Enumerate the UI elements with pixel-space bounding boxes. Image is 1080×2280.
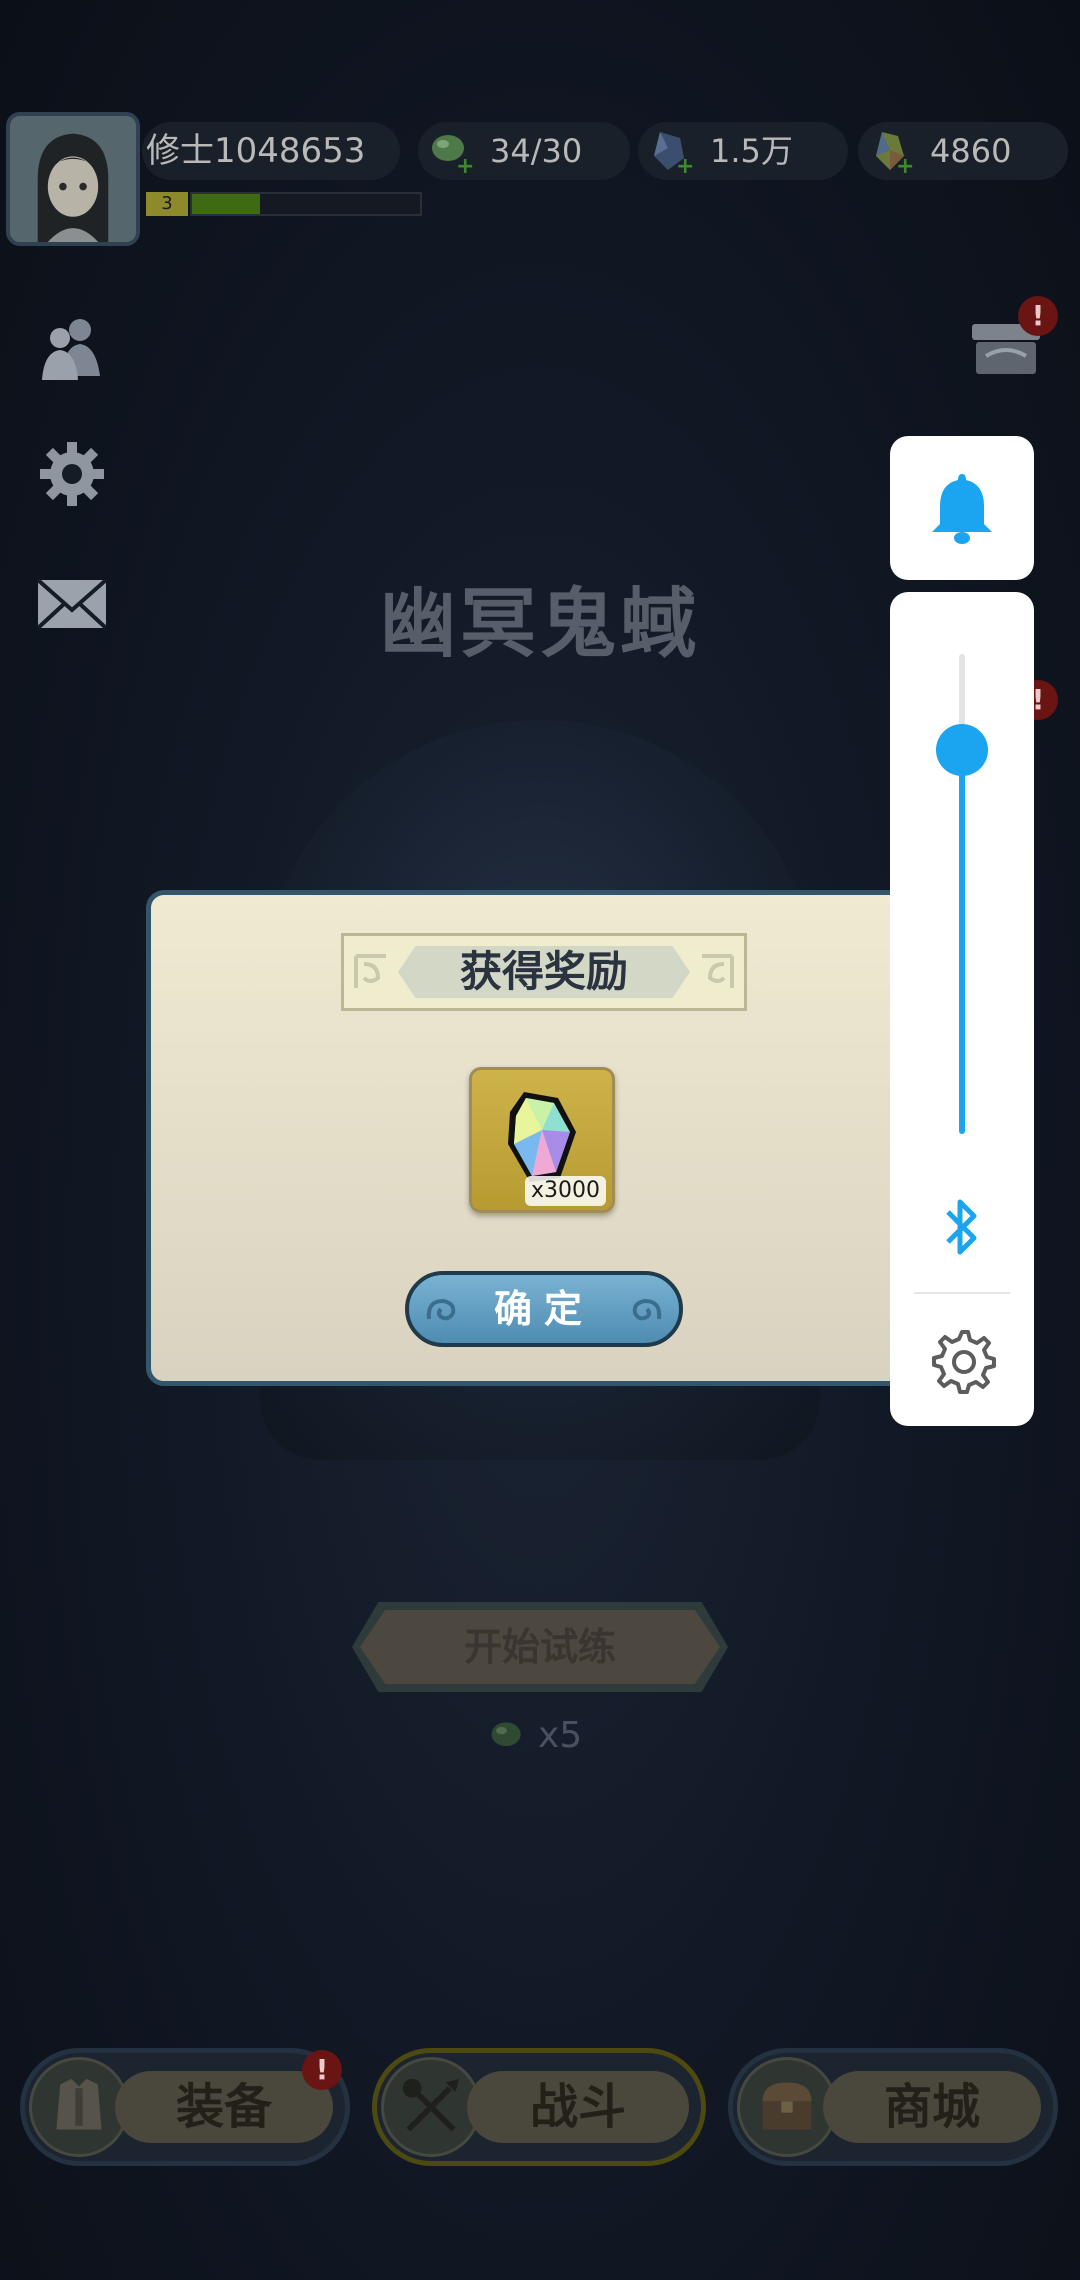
gear-icon xyxy=(40,442,104,506)
volume-panel-divider xyxy=(914,1292,1010,1294)
reward-item[interactable]: x3000 xyxy=(469,1067,615,1213)
treasure-chest-icon xyxy=(762,2082,812,2130)
bell-icon xyxy=(932,474,992,544)
swirl-ornament-icon xyxy=(426,1298,456,1321)
xp-bar xyxy=(190,192,422,216)
nav-battle-button[interactable]: 战斗 xyxy=(372,2048,706,2166)
settings-icon[interactable] xyxy=(928,1326,996,1394)
level-badge: 3 xyxy=(146,192,188,216)
users-icon xyxy=(42,319,100,380)
rainbow-gem-icon xyxy=(508,1092,576,1182)
gem-value: 4860 xyxy=(930,132,1012,170)
gift-alert-badge: ! xyxy=(1018,296,1058,336)
top-status-bar: 修士1048653 3 + 34/30 + 1.5万 + 4860 xyxy=(0,112,1080,252)
dialog-title-frame: 获得奖励 xyxy=(341,933,747,1011)
nav-battle-label: 战斗 xyxy=(467,2071,689,2143)
social-button[interactable] xyxy=(34,310,110,386)
dialog-title: 获得奖励 xyxy=(459,947,628,996)
volume-panel xyxy=(890,592,1034,1426)
stamina-value: 34/30 xyxy=(490,132,583,170)
nav-shop-button[interactable]: 商城 xyxy=(728,2048,1058,2166)
weapons-icon-frame xyxy=(381,2057,481,2157)
nav-equipment-label: 装备 xyxy=(115,2071,333,2143)
armor-icon xyxy=(56,2078,102,2130)
equipment-alert-badge: ! xyxy=(302,2050,342,2090)
settings-button[interactable] xyxy=(34,436,110,512)
crystal-value: 1.5万 xyxy=(710,132,793,170)
shop-chest-icon-frame xyxy=(737,2057,837,2157)
player-avatar[interactable] xyxy=(6,112,140,246)
crystal-resource[interactable]: + 1.5万 xyxy=(638,122,848,180)
stamina-resource[interactable]: + 34/30 xyxy=(418,122,630,180)
player-name: 修士1048653 xyxy=(142,122,400,180)
start-cost-value: x5 xyxy=(538,1715,583,1756)
nav-shop-label: 商城 xyxy=(823,2071,1041,2143)
gem-resource[interactable]: + 4860 xyxy=(858,122,1068,180)
xp-bar-fill xyxy=(192,194,261,214)
bluetooth-icon[interactable] xyxy=(940,1194,984,1260)
start-cost: x5 xyxy=(486,1710,606,1762)
ringer-mode-button[interactable] xyxy=(890,436,1034,580)
armor-icon-frame xyxy=(29,2057,129,2157)
character-portrait-icon xyxy=(10,116,136,242)
volume-slider-fill xyxy=(959,750,965,1134)
volume-slider-thumb[interactable] xyxy=(936,724,988,776)
crossed-weapons-icon xyxy=(402,2078,460,2132)
add-icon: + xyxy=(676,154,695,179)
nav-equipment-button[interactable]: 装备 xyxy=(20,2048,350,2166)
confirm-button[interactable]: 确定 xyxy=(405,1271,683,1347)
add-icon: + xyxy=(456,154,475,179)
confirm-button-label: 确定 xyxy=(493,1287,594,1331)
reward-dialog: 获得奖励 x3000 确定 xyxy=(146,890,934,1386)
start-trial-button[interactable]: 开始试练 xyxy=(352,1602,728,1692)
swirl-ornament-icon xyxy=(632,1298,662,1321)
start-trial-label: 开始试练 xyxy=(360,1610,720,1684)
stamina-orb-icon xyxy=(491,1722,521,1747)
reward-quantity: x3000 xyxy=(524,1176,606,1206)
add-icon: + xyxy=(896,154,915,179)
